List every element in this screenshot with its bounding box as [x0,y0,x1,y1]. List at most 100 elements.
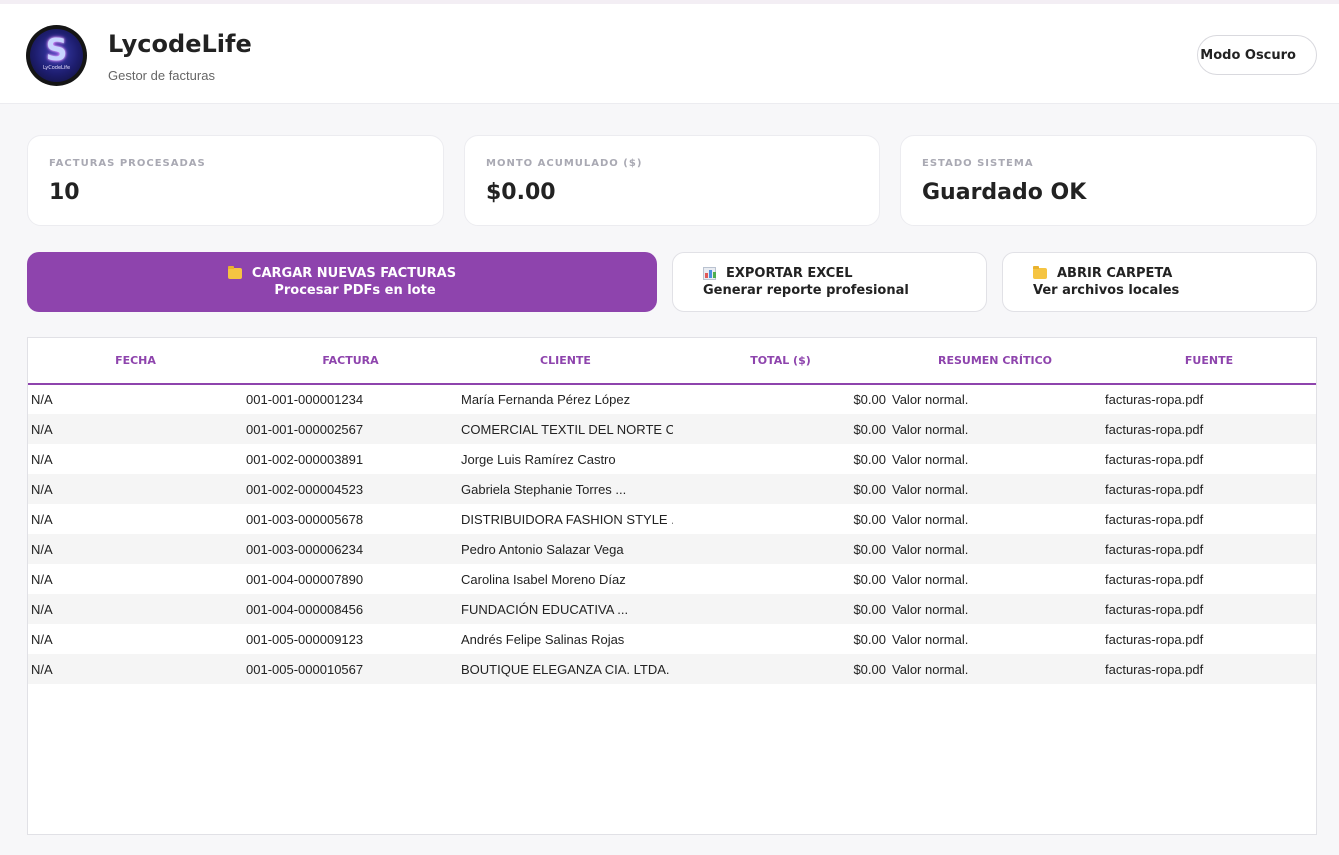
dark-mode-button[interactable]: Modo Oscuro [1197,35,1317,75]
cell-fecha: N/A [31,392,53,407]
table-row[interactable]: N/A 001-003-000005678 DISTRIBUIDORA FASHIO… [28,504,1316,534]
cell-total: $0.00 [673,654,888,684]
table-row[interactable]: N/A 001-005-000009123 Andrés Felipe Salina… [28,624,1316,654]
chart-icon [703,267,716,280]
logo-text: LyCodeLife [42,65,71,71]
cell-cliente: FUNDACIÓN EDUCATIVA ... [458,594,673,624]
table-row[interactable]: N/A 001-001-000002567 COMERCIAL TEXTIL DEL… [28,414,1316,444]
cell-factura: 001-003-000005678 [246,511,364,527]
table-row[interactable]: N/A 001-004-000008456 FUNDACIÓN EDUCATIVA … [28,594,1316,624]
stat-card-status: ESTADO SISTEMA Guardado OK [900,135,1317,226]
cell-fuente: facturas-ropa.pdf [1105,631,1204,647]
cell-cliente: DISTRIBUIDORA FASHION STYLE ... [461,511,673,527]
app-title: LycodeLife [108,30,252,58]
cell-resumen: Valor normal. [892,451,969,467]
table-row[interactable]: N/A 001-002-000003891 Jorge Luis Ramírez C… [28,444,1316,474]
cell-fuente: facturas-ropa.pdf [1102,534,1316,564]
cell-resumen: Valor normal. [892,511,969,527]
table-row[interactable]: N/A 001-004-000007890 Carolina Isabel More… [28,564,1316,594]
folder-icon [227,266,242,279]
cell-resumen: Valor normal. [888,414,1102,444]
cell-factura: 001-002-000004523 [243,474,458,504]
cell-cliente: Gabriela Stephanie Torres ... [458,474,673,504]
app-subtitle: Gestor de facturas [108,68,215,83]
cell-fecha: N/A [28,474,243,504]
cell-cliente: BOUTIQUE ELEGANZA CIA. LTDA. [458,654,673,684]
upload-invoices-button[interactable]: CARGAR NUEVAS FACTURAS Procesar PDFs en … [27,252,657,312]
cell-total: $0.00 [673,534,888,564]
stat-label: ESTADO SISTEMA [922,158,1034,169]
cell-cliente: Carolina Isabel Moreno Díaz [461,571,626,587]
cell-total: $0.00 [853,571,886,587]
open-title: ABRIR CARPETA [1057,266,1173,281]
cell-fuente: facturas-ropa.pdf [1105,571,1204,587]
folder-icon [1033,266,1047,279]
export-title: EXPORTAR EXCEL [726,266,853,281]
cell-factura: 001-004-000007890 [246,571,364,587]
export-excel-button[interactable]: EXPORTAR EXCEL Generar reporte profesion… [672,252,987,312]
column-header-fuente[interactable]: FUENTE [1102,338,1316,385]
cell-total: $0.00 [853,511,886,527]
table-row[interactable]: N/A 001-002-000004523 Gabriela Stephanie T… [28,474,1316,504]
cell-cliente: COMERCIAL TEXTIL DEL NORTE CI... [458,414,673,444]
cell-cliente: María Fernanda Pérez López [461,392,631,407]
cell-cliente: Andrés Felipe Salinas Rojas [461,631,625,647]
stat-value: 10 [49,180,80,205]
column-header-resumen[interactable]: RESUMEN CRÍTICO [888,338,1102,385]
cell-fecha: N/A [31,451,53,467]
open-folder-button[interactable]: ABRIR CARPETA Ver archivos locales [1002,252,1317,312]
stat-card-amount: MONTO ACUMULADO ($) $0.00 [464,135,880,226]
cell-resumen: Valor normal. [892,392,969,407]
app-header: S LyCodeLife LycodeLife Gestor de factur… [0,4,1339,104]
cell-factura: 001-005-000009123 [246,631,364,647]
table-row[interactable]: N/A 001-005-000010567 BOUTIQUE ELEGANZA CI… [28,654,1316,684]
cell-fuente: facturas-ropa.pdf [1102,594,1316,624]
cell-factura: 001-004-000008456 [243,594,458,624]
cell-fuente: facturas-ropa.pdf [1105,451,1204,467]
export-subtitle: Generar reporte profesional [703,283,909,298]
cell-fuente: facturas-ropa.pdf [1102,414,1316,444]
cell-factura: 001-001-000002567 [243,414,458,444]
stat-card-invoices: FACTURAS PROCESADAS 10 [27,135,444,226]
cell-total: $0.00 [853,631,886,647]
cell-fecha: N/A [31,571,53,587]
cell-total: $0.00 [673,414,888,444]
column-header-fecha[interactable]: FECHA [28,338,243,385]
cell-fecha: N/A [28,594,243,624]
cell-fuente: facturas-ropa.pdf [1105,392,1204,407]
app-logo: S LyCodeLife [26,25,87,86]
upload-title: CARGAR NUEVAS FACTURAS [251,266,457,281]
cell-resumen: Valor normal. [888,594,1102,624]
cell-fuente: facturas-ropa.pdf [1102,654,1316,684]
logo-letter: S [45,33,68,68]
cell-resumen: Valor normal. [892,631,969,647]
column-header-factura[interactable]: FACTURA [243,338,458,385]
cell-total: $0.00 [853,392,886,407]
cell-fecha: N/A [28,534,243,564]
cell-fecha: N/A [31,511,53,527]
cell-resumen: Valor normal. [892,571,969,587]
column-header-total[interactable]: TOTAL ($) [673,338,888,385]
cell-resumen: Valor normal. [888,654,1102,684]
cell-total: $0.00 [853,451,886,467]
stat-value: Guardado OK [922,180,1087,205]
cell-fuente: facturas-ropa.pdf [1105,511,1204,527]
table-row[interactable]: N/A 001-003-000006234 Pedro Antonio Salaza… [28,534,1316,564]
open-subtitle: Ver archivos locales [1033,283,1180,298]
cell-factura: 001-003-000006234 [243,534,458,564]
cell-total: $0.00 [673,474,888,504]
cell-factura: 001-005-000010567 [243,654,458,684]
cell-fecha: N/A [28,414,243,444]
cell-factura: 001-001-000001234 [246,392,364,407]
cell-factura: 001-002-000003891 [246,451,364,467]
table-row[interactable]: N/A 001-001-000001234 María Fernanda Pérez… [28,384,1316,414]
dark-mode-label: Modo Oscuro [1200,47,1296,63]
column-header-cliente[interactable]: CLIENTE [458,338,673,385]
cell-resumen: Valor normal. [888,534,1102,564]
stat-label: MONTO ACUMULADO ($) [486,158,643,169]
cell-fecha: N/A [31,631,53,647]
logo-emblem: S LyCodeLife [30,29,83,82]
upload-subtitle: Procesar PDFs en lote [274,283,436,298]
cell-fecha: N/A [28,654,243,684]
cell-cliente: Jorge Luis Ramírez Castro [461,451,616,467]
